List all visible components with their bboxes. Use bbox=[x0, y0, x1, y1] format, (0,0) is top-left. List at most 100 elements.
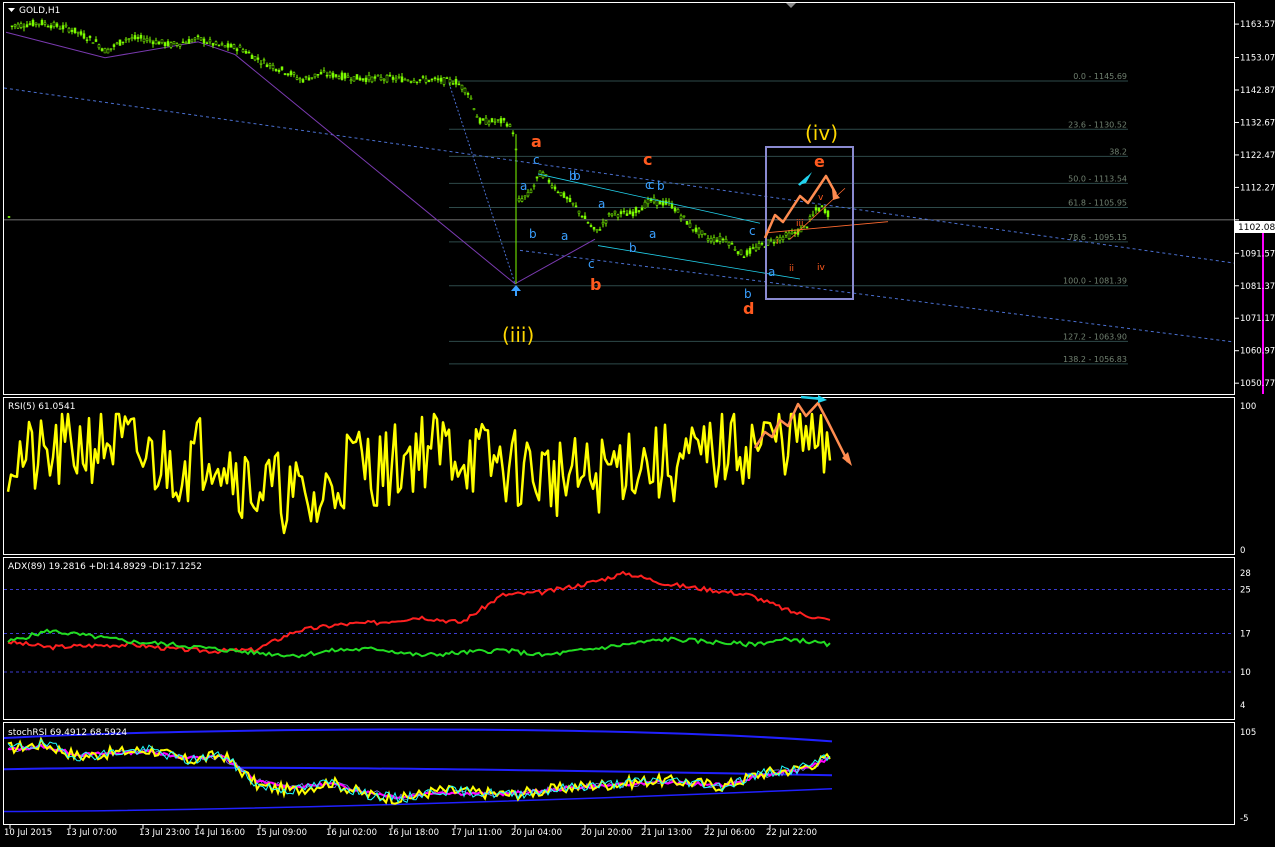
candle-body bbox=[271, 65, 275, 69]
candle-body bbox=[559, 191, 563, 196]
candle-body bbox=[586, 222, 590, 224]
candle-body bbox=[379, 76, 383, 81]
fib-level-label: 38.2 bbox=[1109, 147, 1127, 156]
scroll-marker-icon[interactable] bbox=[786, 3, 796, 8]
candle-body bbox=[79, 31, 83, 35]
candle-body bbox=[457, 83, 461, 86]
candle-body bbox=[769, 239, 773, 241]
candle-body bbox=[484, 117, 488, 125]
candle-body bbox=[730, 243, 734, 245]
rsi-tick: 100 bbox=[1240, 402, 1256, 412]
candle-body bbox=[778, 237, 782, 241]
candle-body bbox=[94, 39, 98, 42]
candle-body bbox=[625, 213, 629, 216]
adx-tick: 25 bbox=[1240, 586, 1251, 596]
candle-body bbox=[610, 213, 614, 216]
candle-body bbox=[748, 248, 752, 254]
candle-body bbox=[535, 176, 539, 179]
candle-body bbox=[496, 119, 500, 121]
chart-canvas[interactable]: 1163.57 1153.07 1142.87 1132.67 1122.47 1112.… bbox=[0, 0, 1275, 847]
candle-body bbox=[505, 123, 509, 127]
label-subwave: c bbox=[749, 224, 756, 238]
candle-body bbox=[439, 77, 443, 82]
candle-body bbox=[826, 210, 830, 217]
candle-body bbox=[289, 71, 293, 76]
candle-body bbox=[646, 199, 650, 205]
candle-body bbox=[211, 43, 215, 46]
candle-body bbox=[142, 38, 146, 42]
label-wave-iv: (iv) bbox=[805, 121, 838, 145]
candle-body bbox=[307, 77, 311, 81]
candle-body bbox=[574, 205, 578, 208]
candle-body bbox=[280, 66, 284, 70]
candle-body bbox=[124, 38, 128, 41]
candle-body bbox=[25, 24, 29, 28]
candle-body bbox=[97, 44, 101, 49]
candle-body bbox=[424, 78, 428, 83]
trend-line-lower bbox=[519, 249, 1235, 343]
rsi-panel: 100 0 bbox=[6, 395, 1256, 556]
candle-body bbox=[697, 228, 701, 236]
candle-body bbox=[607, 213, 611, 215]
candle-body bbox=[427, 79, 431, 82]
candle-body bbox=[451, 83, 455, 85]
candle-body bbox=[703, 233, 707, 235]
main-panel-frame bbox=[3, 2, 1235, 395]
candle-body bbox=[256, 57, 260, 60]
price-tick-label: 1091.57 bbox=[1240, 249, 1275, 259]
fib-level-label: 50.0 - 1113.54 bbox=[1068, 174, 1127, 183]
candle-body bbox=[739, 249, 743, 255]
candle-body bbox=[40, 20, 44, 26]
candle-body bbox=[7, 216, 11, 218]
candle-body bbox=[103, 48, 107, 54]
label-subwave: b bbox=[744, 287, 752, 301]
candle-body bbox=[553, 186, 557, 190]
candle-body bbox=[148, 39, 152, 42]
candle-body bbox=[445, 77, 449, 79]
rsi-title: RSI(5) 61.0541 bbox=[8, 402, 75, 412]
candle-body bbox=[49, 25, 53, 29]
candle-body bbox=[115, 42, 119, 45]
price-tick-label: 1112.27 bbox=[1240, 183, 1275, 193]
candle-body bbox=[76, 31, 80, 34]
candle-body bbox=[538, 170, 542, 177]
time-tick-label: 22 Jul 22:00 bbox=[766, 828, 817, 838]
candle-body bbox=[88, 35, 92, 38]
label-roman: ii bbox=[789, 264, 794, 274]
time-tick-label: 13 Jul 07:00 bbox=[66, 828, 117, 838]
label-wave-b: b bbox=[590, 275, 601, 294]
candle-body bbox=[13, 24, 17, 27]
title-dropdown-icon[interactable] bbox=[8, 8, 15, 12]
candle-body bbox=[154, 40, 158, 45]
candle-body bbox=[781, 236, 785, 240]
candle-body bbox=[433, 77, 437, 80]
price-tick-label: 1153.07 bbox=[1240, 54, 1275, 64]
candle-body bbox=[319, 72, 323, 75]
candle-body bbox=[751, 247, 755, 249]
candle-body bbox=[250, 55, 254, 59]
candle-body bbox=[481, 118, 485, 121]
candle-body bbox=[688, 222, 692, 228]
candle-body bbox=[718, 236, 722, 242]
candle-body bbox=[637, 210, 641, 212]
label-roman: i bbox=[776, 237, 779, 247]
candle-body bbox=[340, 72, 344, 80]
stoch-tick: 105 bbox=[1240, 728, 1256, 738]
candle-body bbox=[391, 76, 395, 80]
candle-body bbox=[331, 72, 335, 78]
candle-body bbox=[22, 26, 26, 29]
candle-body bbox=[562, 192, 566, 198]
candle-body bbox=[265, 64, 269, 68]
candle-body bbox=[190, 39, 194, 43]
candle-body bbox=[328, 71, 332, 76]
time-axis: 10 Jul 2015 13 Jul 07:00 13 Jul 23:00 14 Ju… bbox=[4, 825, 817, 838]
label-subwave: b bbox=[529, 227, 537, 241]
candle-body bbox=[421, 76, 425, 78]
candle-body bbox=[493, 121, 497, 123]
fib-level-label: 127.2 - 1063.90 bbox=[1063, 332, 1127, 341]
candle-body bbox=[475, 116, 479, 118]
candle-body bbox=[724, 238, 728, 243]
candle-body bbox=[112, 44, 116, 47]
candle-body bbox=[394, 77, 398, 81]
stoch-upper-band bbox=[3, 728, 833, 743]
